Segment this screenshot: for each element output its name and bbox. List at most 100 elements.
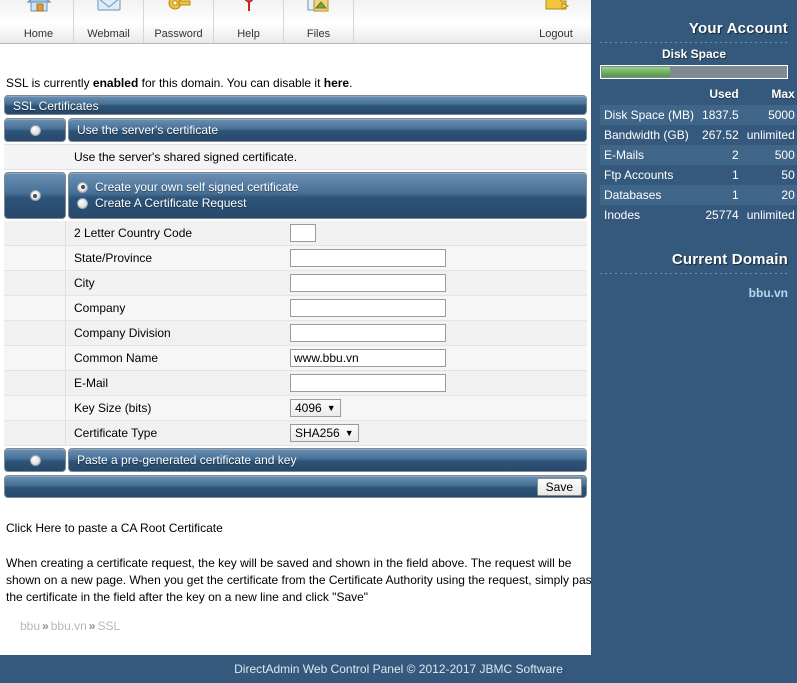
usage-max-ftp-accounts: 50 [781, 168, 795, 182]
usage-label-disk-space: Disk Space (MB) [600, 105, 699, 125]
radio-cert-request[interactable] [77, 197, 88, 209]
field-label-state: State/Province [74, 251, 153, 265]
table-row: Ftp Accounts 1 50 [600, 165, 797, 185]
nav-item-help[interactable]: Help [214, 0, 284, 43]
email-input[interactable] [290, 374, 446, 392]
option-row-paste: Paste a pre-generated certificate and ke… [4, 448, 587, 472]
field-label-certificate-type: Certificate Type [74, 426, 158, 440]
blank-cell [4, 246, 66, 270]
option-text-server-cert: Use the server's certificate [77, 123, 219, 137]
nav-item-logout[interactable]: Logout [521, 0, 591, 43]
field-label-key-size: Key Size (bits) [74, 401, 152, 415]
field-label-city: City [74, 276, 95, 290]
files-icon [284, 0, 353, 18]
sidebar-account-title: Your Account [688, 20, 788, 37]
breadcrumb-separator: » [88, 619, 96, 633]
page-root: Home Webmail Password Help Files Logout … [0, 0, 797, 683]
certificate-type-value: SHA256 [295, 426, 340, 440]
sidebar: Your Account Disk Space Used Max Disk Sp… [591, 0, 797, 655]
radio-create-certificate[interactable] [29, 190, 41, 201]
field-input-wrap-certificate-type: SHA256 ▼ [290, 421, 587, 445]
table-row: Inodes 25774 unlimited [600, 205, 797, 225]
home-icon [4, 0, 73, 18]
chevron-down-icon: ▼ [344, 428, 354, 438]
ssl-disable-link[interactable]: here [324, 76, 349, 90]
company-input[interactable] [290, 299, 446, 317]
ssl-status-state: enabled [92, 76, 139, 90]
breadcrumb-item-domain[interactable]: bbu.vn [51, 619, 87, 633]
option-label-server-cert[interactable]: Use the server's certificate [68, 118, 587, 142]
content-area: SSL is currently enabled for this domain… [0, 44, 602, 655]
blank-cell [4, 271, 66, 295]
panel-title: SSL Certificates [13, 99, 99, 113]
usage-used-bandwidth: 267.52 [702, 128, 739, 142]
blank-cell [4, 221, 66, 245]
top-navigation: Home Webmail Password Help Files Logout [0, 0, 591, 44]
field-row-key-size: Key Size (bits) 4096 ▼ [4, 396, 587, 421]
radio-server-cert[interactable] [29, 124, 41, 136]
sidebar-current-domain-value[interactable]: bbu.vn [600, 278, 788, 300]
city-input[interactable] [290, 274, 446, 292]
disk-space-label: Disk Space [661, 47, 727, 61]
blank-cell [4, 421, 66, 445]
certificate-type-select[interactable]: SHA256 ▼ [290, 424, 359, 442]
breadcrumb: bbu» bbu.vn» SSL [20, 619, 120, 633]
usage-used-disk-space: 1837.5 [698, 105, 743, 125]
folder-arrow-icon [521, 0, 591, 18]
nav-item-files[interactable]: Files [284, 0, 354, 43]
key-size-select[interactable]: 4096 ▼ [290, 399, 341, 417]
radio-paste-certificate[interactable] [29, 454, 41, 466]
field-input-wrap-key-size: 4096 ▼ [290, 396, 587, 420]
key-size-value: 4096 [295, 401, 322, 415]
usage-used-ftp-accounts: 1 [732, 168, 739, 182]
radio-cell-create[interactable] [4, 172, 66, 219]
field-row-email: E-Mail [4, 371, 587, 396]
usage-label-ftp-accounts: Ftp Accounts [604, 168, 674, 182]
common-name-input[interactable] [290, 349, 446, 367]
option-desc-server-cert: Use the server's shared signed certifica… [74, 150, 298, 164]
field-row-certificate-type: Certificate Type SHA256 ▼ [4, 421, 587, 446]
pin-icon [214, 0, 283, 18]
nav-item-password[interactable]: Password [144, 0, 214, 43]
breadcrumb-item-ssl[interactable]: SSL [97, 619, 120, 633]
state-province-input[interactable] [290, 249, 446, 267]
certificate-request-note: When creating a certificate request, the… [6, 556, 602, 604]
save-button[interactable]: Save [536, 477, 582, 496]
country-code-input[interactable] [290, 224, 316, 242]
disk-space-meter-fill [602, 67, 671, 77]
option-text-paste: Paste a pre-generated certificate and ke… [77, 453, 297, 467]
nav-item-webmail[interactable]: Webmail [74, 0, 144, 43]
divider [600, 273, 788, 274]
radio-cell-server-cert[interactable] [4, 118, 66, 142]
usage-used-inodes: 25774 [705, 208, 739, 222]
option-line-cert-request[interactable]: Create A Certificate Request [77, 196, 578, 210]
field-input-wrap-state [290, 246, 587, 270]
ca-root-certificate-link[interactable]: Click Here to paste a CA Root Certificat… [4, 520, 587, 537]
blank-cell [4, 371, 66, 395]
usage-max-inodes: unlimited [746, 208, 795, 222]
footer: DirectAdmin Web Control Panel © 2012-201… [0, 655, 797, 683]
option-label-paste[interactable]: Paste a pre-generated certificate and ke… [68, 448, 587, 472]
footer-text: DirectAdmin Web Control Panel © 2012-201… [234, 662, 563, 676]
option-row-server-cert: Use the server's certificate [4, 118, 587, 142]
nav-label-files: Files [306, 28, 331, 40]
ssl-status-prefix: SSL is currently [6, 76, 93, 90]
radio-self-signed[interactable] [77, 181, 88, 193]
main-column: Home Webmail Password Help Files Logout … [0, 0, 602, 655]
sidebar-current-domain-title: Current Domain [671, 251, 788, 268]
field-label-common-name: Common Name [74, 351, 159, 365]
nav-item-home[interactable]: Home [4, 0, 74, 43]
field-row-state: State/Province [4, 246, 587, 271]
usage-table: Used Max Disk Space (MB) 1837.5 5000 Ban… [600, 85, 797, 225]
usage-col-max: Max [771, 87, 795, 101]
usage-table-header-row: Used Max [600, 85, 797, 105]
table-row: Databases 1 20 [600, 185, 797, 205]
option-text-cert-request: Create A Certificate Request [95, 196, 247, 210]
company-division-input[interactable] [290, 324, 446, 342]
save-bar: Save [4, 475, 587, 498]
option-line-self-signed[interactable]: Create your own self signed certificate [77, 180, 578, 194]
usage-max-emails: 500 [742, 145, 797, 165]
radio-cell-paste[interactable] [4, 448, 66, 472]
field-row-company-division: Company Division [4, 321, 587, 346]
breadcrumb-item-bbu[interactable]: bbu [20, 619, 40, 633]
